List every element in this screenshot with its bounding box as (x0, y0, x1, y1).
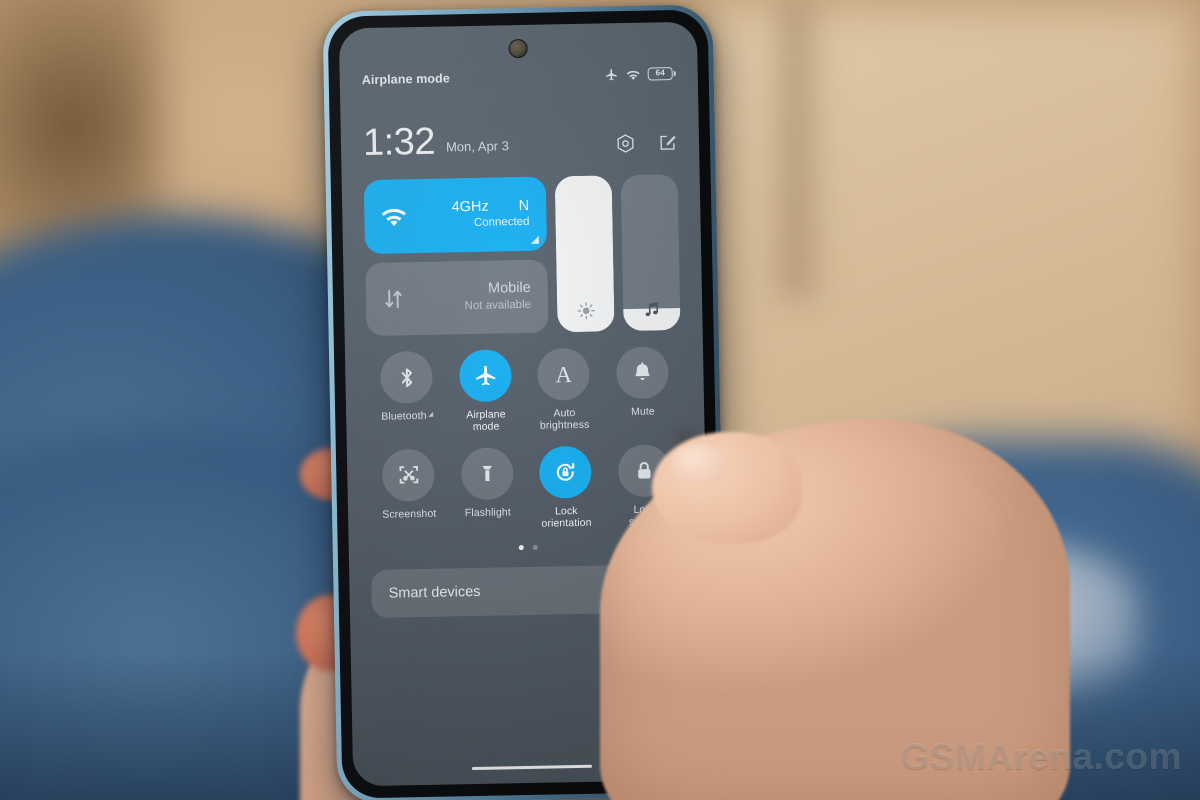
toggle-bluetooth[interactable]: Bluetooth (367, 350, 447, 436)
toggle-auto-brightness[interactable]: A Auto brightness (524, 347, 604, 433)
toggle-lock-orientation[interactable]: Lock orientation (526, 445, 606, 530)
toggle-mute[interactable]: Mute (602, 346, 682, 431)
header-actions (615, 132, 677, 154)
status-bar-text: Airplane mode (361, 70, 450, 87)
toggle-label: Lock orientation (541, 504, 592, 530)
thumb (652, 432, 802, 544)
smart-devices-label: Smart devices (388, 583, 481, 602)
settings-icon[interactable] (615, 132, 636, 153)
battery-icon: 64 (647, 67, 676, 81)
bluetooth-icon (380, 350, 434, 404)
status-bar: Airplane mode 64 (340, 66, 698, 88)
data-transfer-icon (381, 285, 410, 312)
toggle-airplane-mode[interactable]: Airplane mode (445, 349, 525, 434)
expand-arrow-icon[interactable] (530, 235, 539, 244)
watermark: GSMArena.com (900, 736, 1182, 777)
airplane-icon (605, 69, 617, 81)
toggle-label: Screenshot (382, 507, 437, 521)
background-pole (770, 0, 822, 300)
mobile-data-title: Mobile (487, 280, 531, 297)
screenshot-icon (382, 448, 436, 502)
wifi-ssid-overflow: N (518, 197, 530, 214)
connectivity-tiles: 4GHz N Connected Mobile Not available (363, 176, 549, 337)
toggle-label: Airplane mode (466, 408, 506, 434)
letter-a-icon: A (537, 347, 591, 401)
music-note-icon (645, 302, 658, 317)
mobile-data-tile[interactable]: Mobile Not available (365, 259, 549, 337)
wifi-tile[interactable]: 4GHz N Connected (363, 176, 548, 254)
bell-icon (615, 346, 669, 400)
clock-date: Mon, Apr 3 (445, 137, 510, 154)
wifi-text: 4GHz N Connected (451, 198, 531, 232)
toggle-label: Mute (630, 405, 655, 418)
toggle-row-1: Bluetooth Airplane mode A Auto brightnes… (367, 346, 683, 436)
toggle-label: Auto brightness (539, 407, 590, 433)
airplane-icon (458, 349, 512, 403)
home-indicator[interactable] (471, 764, 592, 771)
front-camera (508, 38, 528, 59)
wifi-icon (626, 70, 640, 80)
toggle-label: Flashlight (464, 506, 511, 519)
brightness-icon (577, 302, 595, 320)
edit-icon[interactable] (658, 133, 677, 152)
toggle-flashlight[interactable]: Flashlight (447, 446, 527, 532)
status-bar-icons: 64 (604, 66, 676, 82)
chevron-arrow-icon (428, 411, 434, 417)
volume-slider[interactable] (620, 174, 681, 332)
battery-level: 64 (655, 68, 665, 78)
flashlight-icon (460, 446, 514, 500)
clock-time: 1:32 (362, 120, 436, 165)
page-dot-1[interactable] (518, 544, 524, 550)
mobile-data-status: Not available (464, 298, 532, 313)
brightness-slider[interactable] (554, 175, 615, 333)
toggle-screenshot[interactable]: Screenshot (369, 448, 449, 533)
page-dot-2[interactable] (532, 544, 538, 550)
clock-row: 1:32 Mon, Apr 3 (341, 118, 700, 165)
wifi-icon (379, 203, 408, 230)
rotation-lock-icon (539, 445, 593, 499)
thumbnail (672, 444, 726, 484)
connectivity-and-sliders: 4GHz N Connected Mobile Not available (363, 174, 681, 337)
toggle-label: Bluetooth (381, 410, 434, 423)
mobile-data-text: Mobile Not available (464, 280, 533, 313)
wifi-ssid: 4GHz (451, 198, 489, 216)
wifi-status: Connected (473, 216, 530, 230)
